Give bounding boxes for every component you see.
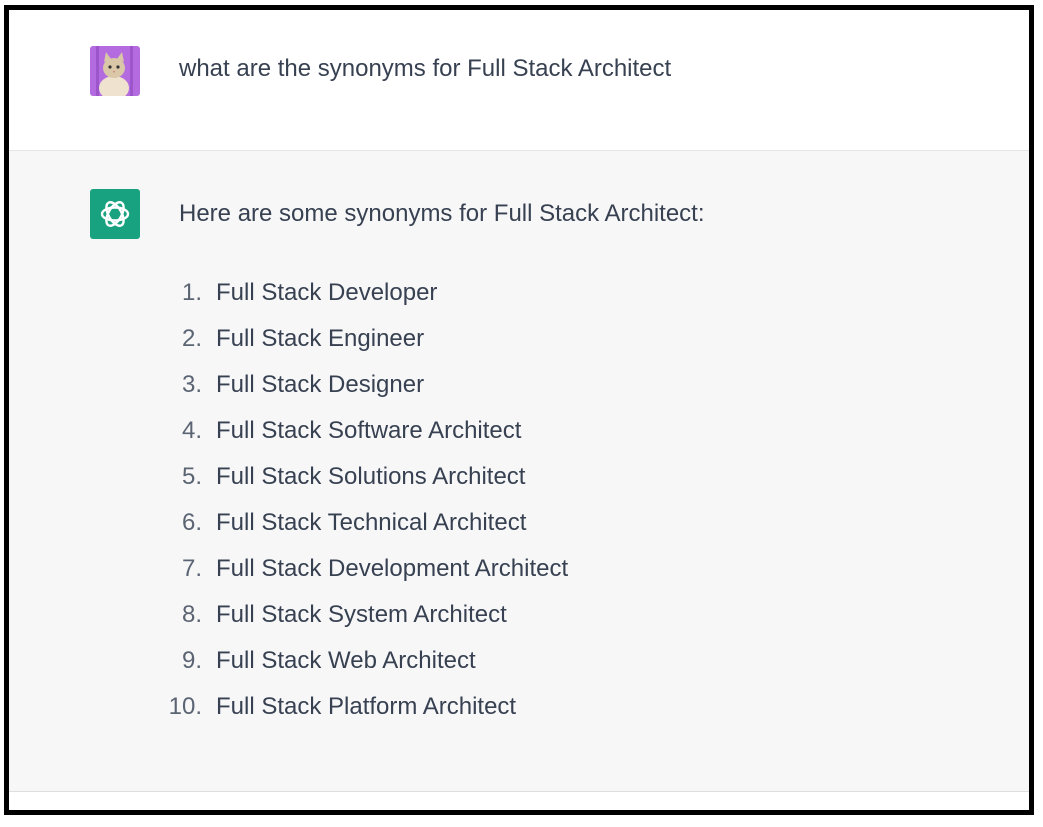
list-item-label: Full Stack Development Architect bbox=[216, 555, 569, 582]
list-item-number: 2. bbox=[181, 325, 202, 352]
assistant-message: Here are some synonyms for Full Stack Ar… bbox=[9, 151, 1029, 792]
list-item: 8. Full Stack System Architect bbox=[157, 600, 568, 646]
user-message: what are the synonyms for Full Stack Arc… bbox=[9, 10, 1029, 151]
list-item: 7. Full Stack Development Architect bbox=[157, 554, 568, 600]
list-item: 5. Full Stack Solutions Architect bbox=[157, 462, 568, 508]
list-item-label: Full Stack Engineer bbox=[216, 325, 425, 352]
chat-screenshot-frame: what are the synonyms for Full Stack Arc… bbox=[4, 5, 1034, 815]
list-item-number: 9. bbox=[181, 647, 202, 674]
list-item: 2. Full Stack Engineer bbox=[157, 324, 568, 370]
list-item-number: 10. bbox=[168, 693, 202, 720]
list-item-number: 7. bbox=[181, 555, 202, 582]
list-item-label: Full Stack System Architect bbox=[216, 601, 507, 628]
synonym-list: 1. Full Stack Developer 2. Full Stack Engi… bbox=[157, 278, 569, 738]
list-item-label: Full Stack Web Architect bbox=[216, 647, 476, 674]
list-item: 4. Full Stack Software Architect bbox=[157, 416, 568, 462]
list-item: 3. Full Stack Designer bbox=[157, 370, 568, 416]
list-item-number: 8. bbox=[181, 601, 202, 628]
list-item-label: Full Stack Designer bbox=[216, 371, 425, 398]
list-item-number: 4. bbox=[181, 417, 202, 444]
user-message-text: what are the synonyms for Full Stack Arc… bbox=[179, 55, 672, 82]
list-item-number: 6. bbox=[181, 509, 202, 536]
list-item-label: Full Stack Software Architect bbox=[216, 417, 522, 444]
list-item-number: 3. bbox=[181, 371, 202, 398]
cat-avatar-icon bbox=[90, 46, 140, 96]
list-item-label: Full Stack Solutions Architect bbox=[216, 463, 526, 490]
list-item: 9. Full Stack Web Architect bbox=[157, 646, 568, 692]
list-item-number: 1. bbox=[181, 279, 202, 306]
list-item-label: Full Stack Technical Architect bbox=[216, 509, 527, 536]
assistant-intro-text: Here are some synonyms for Full Stack Ar… bbox=[179, 200, 705, 227]
list-item-number: 5. bbox=[181, 463, 202, 490]
list-item-label: Full Stack Developer bbox=[216, 279, 438, 306]
openai-logo-icon bbox=[90, 189, 140, 239]
list-item-label: Full Stack Platform Architect bbox=[216, 693, 517, 720]
list-item: 6. Full Stack Technical Architect bbox=[157, 508, 568, 554]
list-item: 1. Full Stack Developer bbox=[157, 278, 568, 324]
list-item: 10. Full Stack Platform Architect bbox=[157, 692, 568, 738]
